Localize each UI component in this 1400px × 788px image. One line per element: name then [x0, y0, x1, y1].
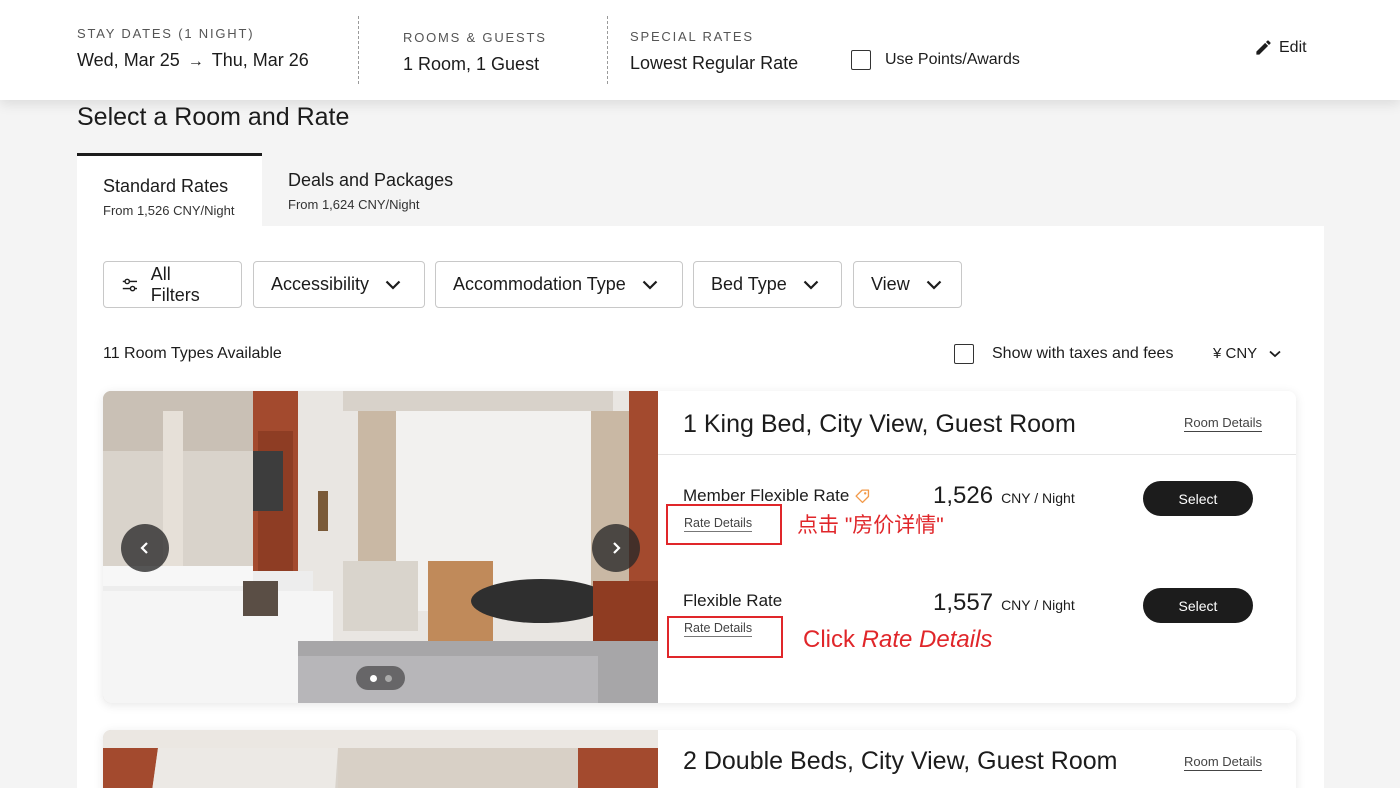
tab-standard-rates[interactable]: Standard Rates From 1,526 CNY/Night	[77, 153, 262, 227]
price-amount: 1,557	[933, 589, 994, 616]
chevron-right-icon	[613, 542, 621, 554]
currency-value: ¥ CNY	[1213, 345, 1258, 362]
carousel-dot-active[interactable]	[369, 674, 377, 682]
sliders-icon	[122, 278, 138, 291]
room-card: 2 Double Beds, City View, Guest Room Roo…	[103, 730, 1296, 788]
rate-name: Member Flexible Rate	[683, 486, 871, 506]
bed-type-filter[interactable]: Bed Type	[693, 261, 842, 308]
price-unit: CNY / Night	[1001, 490, 1075, 506]
carousel-prev-button[interactable]	[121, 524, 169, 572]
chevron-left-icon	[140, 542, 148, 554]
search-summary-header: STAY DATES (1 NIGHT) Wed, Mar 25 → Thu, Ma…	[0, 0, 1400, 100]
select-rate-button[interactable]: Select	[1143, 481, 1253, 516]
tag-icon	[855, 488, 870, 503]
annotation-click: Click	[803, 626, 862, 653]
annotation-text-en: Click Rate Details	[803, 626, 992, 654]
accessibility-filter[interactable]: Accessibility	[253, 261, 425, 308]
room-title: 1 King Bed, City View, Guest Room	[683, 410, 1076, 438]
currency-selector[interactable]: ¥ CNY	[1213, 345, 1281, 362]
rate-name-label: Member Flexible Rate	[683, 486, 850, 505]
carousel-dots[interactable]	[356, 666, 405, 690]
edit-label: Edit	[1279, 38, 1307, 56]
select-rate-button[interactable]: Select	[1143, 588, 1253, 623]
all-filters-button[interactable]: All Filters	[103, 261, 242, 308]
use-points-option[interactable]: Use Points/Awards	[851, 50, 1020, 70]
rooms-guests-value: 1 Room, 1 Guest	[403, 54, 540, 74]
tab-deals-and-packages[interactable]: Deals and Packages From 1,624 CNY/Night	[288, 170, 453, 212]
rooms-guests-section[interactable]: ROOMS & GUESTS 1 Room, 1 Guest	[403, 30, 547, 130]
chevron-down-icon	[642, 280, 658, 290]
room-photo[interactable]	[103, 391, 658, 703]
accommodation-type-filter[interactable]: Accommodation Type	[435, 261, 683, 308]
taxes-fees-label: Show with taxes and fees	[992, 345, 1174, 362]
edit-search-button[interactable]: Edit	[1254, 38, 1307, 57]
stay-dates-label: STAY DATES (1 NIGHT)	[77, 26, 255, 41]
chevron-down-icon	[926, 280, 941, 290]
carousel-dot[interactable]	[384, 674, 392, 682]
annotation-rate-details: Rate Details	[861, 626, 993, 653]
price-unit: CNY / Night	[1001, 597, 1075, 613]
chevron-down-icon	[385, 280, 401, 290]
special-rates-label: SPECIAL RATES	[630, 29, 754, 44]
rate-name-label: Flexible Rate	[683, 591, 783, 610]
all-filters-label: All Filters	[150, 263, 200, 305]
room-details-link[interactable]: Room Details	[1184, 415, 1263, 432]
tab-from-price: From 1,624 CNY/Night	[288, 197, 420, 212]
use-points-label: Use Points/Awards	[885, 51, 1020, 68]
room-title: 2 Double Beds, City View, Guest Room	[683, 747, 1118, 775]
view-label: View	[871, 274, 910, 294]
card-divider	[658, 454, 1296, 455]
chevron-down-icon	[803, 280, 819, 290]
header-divider	[607, 16, 608, 84]
tab-name: Deals and Packages	[288, 170, 454, 190]
room-types-count: 11 Room Types Available	[103, 345, 282, 362]
room-photo[interactable]	[103, 730, 658, 788]
room-image	[103, 730, 658, 788]
tab-name: Standard Rates	[103, 176, 229, 196]
annotation-highlight-box	[667, 616, 783, 658]
carousel-next-button[interactable]	[592, 524, 640, 572]
special-rates-value: Lowest Regular Rate	[630, 53, 799, 73]
check-in-date: Wed, Mar 25	[77, 50, 180, 70]
accessibility-label: Accessibility	[271, 274, 370, 294]
view-filter[interactable]: View	[853, 261, 962, 308]
bed-type-label: Bed Type	[711, 274, 787, 294]
stay-dates-section[interactable]: STAY DATES (1 NIGHT) Wed, Mar 25 → Thu, Ma…	[77, 26, 309, 126]
header-divider	[358, 16, 359, 84]
special-rates-section[interactable]: SPECIAL RATES Lowest Regular Rate	[630, 29, 798, 129]
use-points-checkbox[interactable]	[851, 50, 871, 70]
pencil-icon	[1256, 40, 1271, 55]
rate-price: 1,557 CNY / Night	[933, 589, 1075, 617]
rate-name: Flexible Rate	[683, 591, 782, 611]
annotation-text-cn: 点击 "房价详情"	[797, 514, 944, 537]
tab-from-price: From 1,526 CNY/Night	[103, 203, 235, 218]
accommodation-type-label: Accommodation Type	[453, 274, 626, 294]
taxes-fees-checkbox[interactable]	[954, 344, 974, 364]
price-amount: 1,526	[933, 482, 994, 509]
arrow-right-icon: →	[187, 53, 204, 70]
stay-dates-value: Wed, Mar 25 → Thu, Mar 26	[77, 50, 309, 71]
check-out-date: Thu, Mar 26	[211, 50, 309, 70]
room-details-link[interactable]: Room Details	[1184, 754, 1263, 771]
taxes-fees-toggle[interactable]: Show with taxes and fees	[954, 344, 1173, 364]
rate-price: 1,526 CNY / Night	[933, 482, 1075, 510]
room-image	[103, 391, 658, 703]
chevron-down-icon	[1269, 350, 1281, 357]
annotation-highlight-box	[666, 504, 782, 545]
rooms-guests-label: ROOMS & GUESTS	[403, 30, 547, 45]
